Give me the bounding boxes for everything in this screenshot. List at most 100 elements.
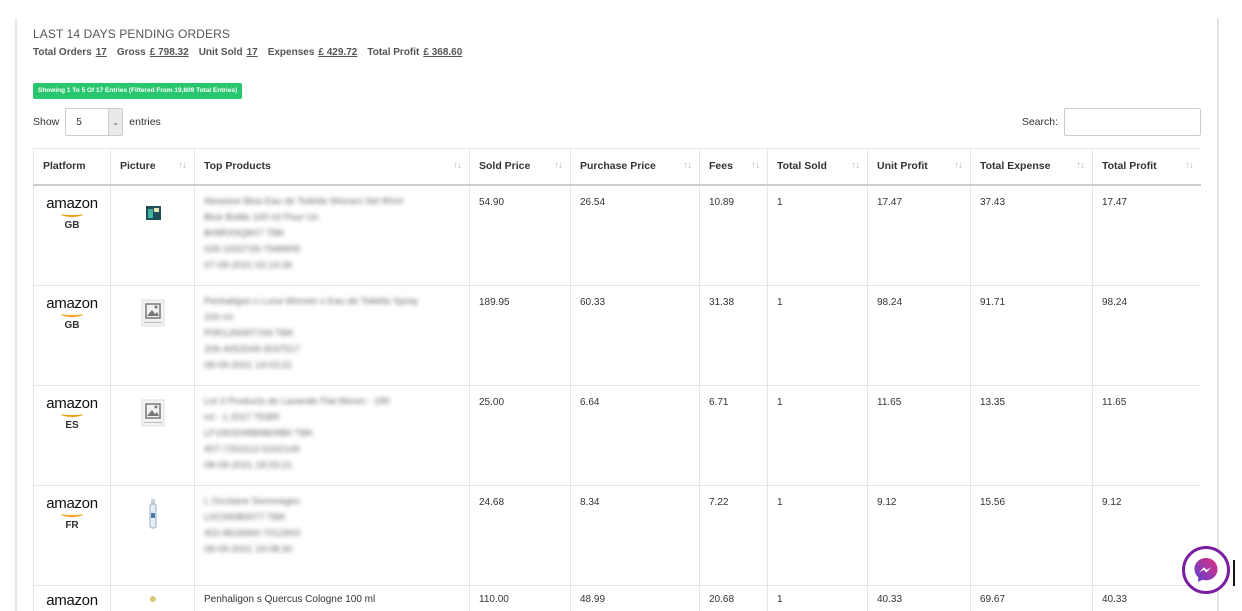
table-header-row: Platform Picture ↑↓ Top Products ↑↓ Sold P… <box>33 148 1201 186</box>
product-details: Abrasive Bisa Eau de Toilette Women Set … <box>204 195 403 271</box>
chevron-down-icon: ⌄ <box>108 109 123 135</box>
product-name: Penhaligon s Quercus Cologne 100 ml <box>204 593 376 605</box>
entries-length-control: Show 5 ⌄ entries <box>33 108 161 136</box>
image-placeholder-icon <box>141 399 164 426</box>
order-summary: LAST 14 DAYS PENDING ORDERS Total Orders… <box>33 27 472 58</box>
sort-icon: ↑↓ <box>683 160 692 171</box>
total-sold-cell: 1 <box>767 384 868 486</box>
sold-price-cell: 25.00 <box>469 384 571 486</box>
table-row: amazon ES Lot 3 Products de Lavande Flat… <box>33 384 1201 486</box>
stat-label: Total Orders <box>33 47 92 58</box>
fees-cell: 31.38 <box>699 284 768 386</box>
picture-cell <box>110 284 195 386</box>
picture-cell <box>110 484 195 586</box>
search-control: Search: <box>1022 108 1201 136</box>
product-cell: L Occitane Sommeges L0C090B0077 TBK 402-86… <box>194 484 470 586</box>
platform-cell: amazon GB <box>33 184 111 286</box>
sold-price-cell: 110.00 <box>469 584 571 611</box>
stat-value: 17 <box>246 47 258 58</box>
messenger-chat-button[interactable] <box>1182 546 1230 594</box>
orders-table-container: Platform Picture ↑↓ Top Products ↑↓ Sold P… <box>33 148 1201 611</box>
stat-value: £ 368.60 <box>423 47 463 58</box>
search-label: Search: <box>1021 116 1058 128</box>
sort-icon: ↑↓ <box>453 160 462 171</box>
table-row: amazon GB Penhaligon s Luna Women s Eau … <box>33 284 1201 386</box>
purchase-price-cell: 6.64 <box>570 384 700 486</box>
unit-profit-cell: 17.47 <box>867 184 971 286</box>
orders-table: Platform Picture ↑↓ Top Products ↑↓ Sold P… <box>33 148 1201 611</box>
stat-label: Expenses <box>267 47 315 58</box>
column-header-unit-profit[interactable]: Unit Profit ↑↓ <box>867 148 971 186</box>
column-header-total-profit[interactable]: Total Profit ↑↓ <box>1092 148 1201 186</box>
image-placeholder-icon <box>141 299 164 326</box>
table-row: amazon GB Abrasive Bisa Eau de Toilette … <box>33 184 1201 286</box>
sort-icon: ↑↓ <box>554 160 563 171</box>
fees-cell: 6.71 <box>699 384 768 486</box>
total-expense-cell: 13.35 <box>970 384 1093 486</box>
fees-cell: 10.89 <box>699 184 768 286</box>
product-details: L Occitane Sommeges L0C090B0077 TBK 402-86… <box>204 495 301 555</box>
summary-stats: Total Orders 17 Gross £ 798.32 Unit Sold… <box>33 47 472 58</box>
sort-icon: ↑↓ <box>1076 160 1085 171</box>
platform-cell: amazon FR <box>33 484 111 586</box>
column-header-fees[interactable]: Fees ↑↓ <box>699 148 768 186</box>
unit-profit-cell: 11.65 <box>867 384 971 486</box>
sort-icon: ↑↓ <box>851 160 860 171</box>
stat-label: Total Profit <box>367 47 420 58</box>
stat-unit-sold: Unit Sold 17 <box>199 47 258 58</box>
total-expense-cell: 91.71 <box>970 284 1093 386</box>
stat-label: Unit Sold <box>198 47 243 58</box>
total-sold-cell: 1 <box>767 284 868 386</box>
purchase-price-cell: 26.54 <box>570 184 700 286</box>
sort-icon: ↑↓ <box>954 160 963 171</box>
product-details: Penhaligon s Luna Women s Eau de Toilett… <box>204 295 419 371</box>
column-header-purchase-price[interactable]: Purchase Price ↑↓ <box>570 148 700 186</box>
amazon-logo: amazon <box>46 496 98 517</box>
total-expense-cell: 69.67 <box>970 584 1093 611</box>
stat-label: Gross <box>116 47 146 58</box>
total-sold-cell: 1 <box>767 584 868 611</box>
stat-gross: Gross £ 798.32 <box>117 47 189 58</box>
country-code: GB <box>64 219 80 231</box>
column-header-top-products[interactable]: Top Products ↑↓ <box>194 148 470 186</box>
sort-icon: ↑↓ <box>751 160 760 171</box>
column-header-total-expense[interactable]: Total Expense ↑↓ <box>970 148 1093 186</box>
sold-price-cell: 54.90 <box>469 184 571 286</box>
stat-value: £ 798.32 <box>149 47 189 58</box>
entries-info-badge: Showing 1 To 5 Of 17 Entries (Filtered F… <box>33 83 243 99</box>
amazon-logo: amazon <box>46 296 98 317</box>
entries-label: entries <box>129 116 161 128</box>
entries-select-value: 5 <box>76 116 82 128</box>
platform-cell: amazon ES <box>33 384 111 486</box>
column-header-sold-price[interactable]: Sold Price ↑↓ <box>469 148 571 186</box>
amazon-logo: amazon <box>46 591 98 609</box>
search-input[interactable] <box>1064 108 1201 136</box>
picture-cell <box>110 584 195 611</box>
stat-total-profit: Total Profit £ 368.60 <box>367 47 462 58</box>
entries-select[interactable]: 5 ⌄ <box>65 108 124 136</box>
total-expense-cell: 37.43 <box>970 184 1093 286</box>
total-profit-cell: 40.33 <box>1092 584 1201 611</box>
picture-cell <box>110 184 195 286</box>
sort-icon: ↑↓ <box>1185 160 1194 171</box>
edge-marker <box>1233 560 1235 586</box>
total-profit-cell: 98.24 <box>1092 284 1201 386</box>
amazon-logo: amazon <box>46 196 98 217</box>
column-header-total-sold[interactable]: Total Sold ↑↓ <box>767 148 868 186</box>
purchase-price-cell: 8.34 <box>570 484 700 586</box>
product-cell: Penhaligon s Luna Women s Eau de Toilett… <box>194 284 470 386</box>
sold-price-cell: 24.68 <box>469 484 571 586</box>
purchase-price-cell: 48.99 <box>570 584 700 611</box>
product-cell: Lot 3 Products de Lavande Flat Meren - 1… <box>194 384 470 486</box>
show-label: Show <box>33 116 60 128</box>
spray-bottle-icon <box>149 498 156 528</box>
content-panel: LAST 14 DAYS PENDING ORDERS Total Orders… <box>15 18 1219 611</box>
country-code: GB <box>64 319 80 331</box>
total-profit-cell: 17.47 <box>1092 184 1201 286</box>
summary-title: LAST 14 DAYS PENDING ORDERS <box>33 27 230 41</box>
sort-icon: ↑↓ <box>178 160 187 171</box>
amazon-logo: amazon <box>46 396 98 417</box>
column-header-picture[interactable]: Picture ↑↓ <box>110 148 195 186</box>
unit-profit-cell: 40.33 <box>867 584 971 611</box>
unit-profit-cell: 9.12 <box>867 484 971 586</box>
